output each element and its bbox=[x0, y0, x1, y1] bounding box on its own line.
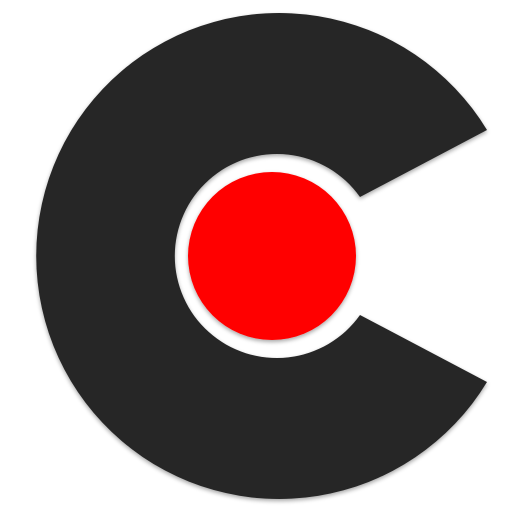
app-icon-canvas bbox=[0, 0, 512, 512]
record-logo-icon bbox=[36, 13, 487, 500]
record-dot bbox=[188, 172, 356, 340]
